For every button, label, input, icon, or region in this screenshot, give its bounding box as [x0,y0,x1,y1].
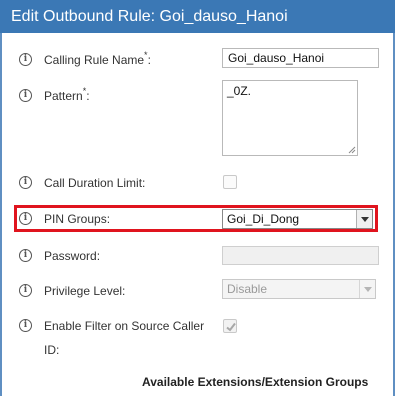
privilege-level-selected-value: Disable [227,282,268,296]
call-duration-limit-label: Call Duration Limit: [44,176,146,190]
pin-groups-selected-value: Goi_Di_Dong [227,212,300,226]
enable-filter-checkbox[interactable] [223,319,237,333]
privilege-level-select[interactable]: Disable [222,279,376,299]
pattern-textarea[interactable]: _0Z. [222,80,358,156]
calling-rule-name-input[interactable]: Goi_dauso_Hanoi [222,48,379,68]
pin-groups-select[interactable]: Goi_Di_Dong [222,209,373,229]
info-icon[interactable]: i [19,284,32,297]
enable-filter-label-line2: ID: [44,343,60,357]
pattern-value: _0Z. [227,84,252,98]
chevron-down-icon[interactable] [359,280,375,298]
call-duration-limit-checkbox[interactable] [223,175,237,189]
required-mark: * [82,86,87,96]
chevron-down-icon[interactable] [356,210,372,228]
calling-rule-name-label-text: Calling Rule Name [44,53,145,67]
info-icon[interactable]: i [19,212,32,225]
dialog-title: Edit Outbound Rule: Goi_dauso_Hanoi [0,0,395,33]
password-label: Password: [44,249,101,263]
pattern-label: Pattern*: [44,86,90,103]
dialog-border-left [0,33,2,396]
label-suffix: : [147,53,151,67]
resize-grip-icon[interactable] [348,146,356,154]
edit-outbound-rule-dialog: Edit Outbound Rule: Goi_dauso_Hanoi i Ca… [0,0,395,396]
calling-rule-name-label: Calling Rule Name*: [44,50,151,67]
info-icon[interactable]: i [19,319,32,332]
label-suffix: : [86,89,90,103]
available-extensions-heading: Available Extensions/Extension Groups [142,375,369,389]
required-mark: * [144,50,148,60]
info-icon[interactable]: i [19,53,32,66]
enable-filter-label-line1: Enable Filter on Source Caller [44,319,205,333]
pattern-label-text: Pattern [44,89,83,103]
password-input[interactable] [222,246,379,265]
info-icon[interactable]: i [19,176,32,189]
pin-groups-label: PIN Groups: [44,212,111,226]
privilege-level-label: Privilege Level: [44,284,126,298]
checkmark-icon [226,322,236,332]
info-icon[interactable]: i [19,249,32,262]
info-icon[interactable]: i [19,89,32,102]
